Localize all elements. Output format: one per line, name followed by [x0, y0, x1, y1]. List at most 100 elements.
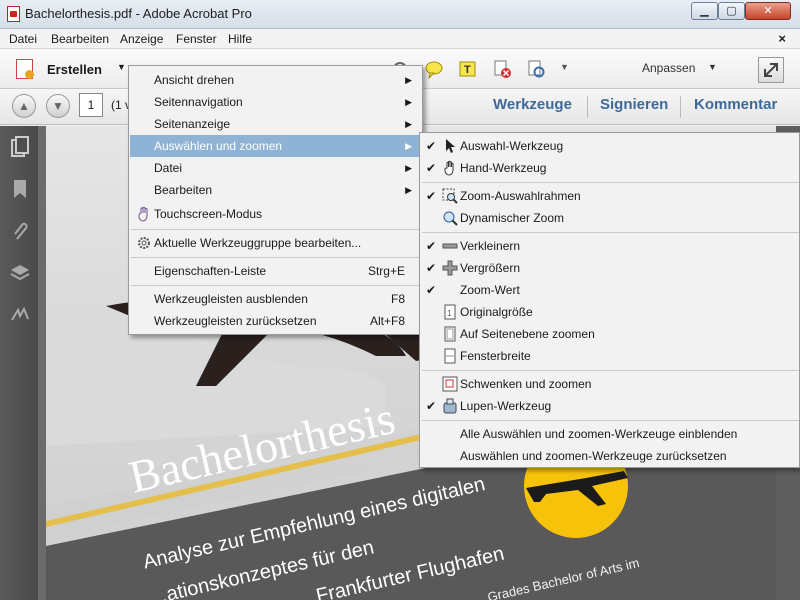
- navigation-pane: [0, 126, 38, 600]
- menu-item-werkzeuggruppe-bearbeiten[interactable]: Aktuelle Werkzeuggruppe bearbeiten...: [130, 232, 421, 254]
- layers-icon[interactable]: [10, 262, 30, 284]
- signature-icon[interactable]: [10, 304, 30, 326]
- checkmark-icon: ✔: [426, 161, 437, 175]
- menu-item-touchscreen-modus[interactable]: Touchscreen-Modus: [130, 203, 421, 225]
- menu-separator: [422, 232, 799, 233]
- title-bar: Bachelorthesis.pdf - Adobe Acrobat Pro ▁…: [0, 0, 800, 29]
- pan-zoom-icon: [442, 376, 458, 392]
- document-close-icon[interactable]: ×: [778, 31, 786, 46]
- menu-item-label: Werkzeugleisten ausblenden: [154, 292, 308, 306]
- menu-item-datei[interactable]: Datei ▶: [130, 157, 421, 179]
- next-page-icon[interactable]: ▼: [46, 94, 70, 118]
- hand-touch-icon: [138, 206, 148, 222]
- menu-item-fensterbreite[interactable]: Fensterbreite: [421, 345, 798, 367]
- menu-item-werkzeugleisten-ausblenden[interactable]: Werkzeugleisten ausblenden F8: [130, 288, 421, 310]
- select-zoom-submenu: ✔ Auswahl-Werkzeug ✔ Hand-Werkzeug ✔ Zoo…: [419, 132, 800, 468]
- maximize-button[interactable]: ▢: [718, 2, 745, 20]
- text-markup-icon[interactable]: T: [458, 59, 478, 79]
- tab-kommentar[interactable]: Kommentar: [694, 96, 777, 113]
- gear-icon: [138, 237, 150, 249]
- page-number-input[interactable]: 1: [79, 93, 103, 117]
- menu-item-shortcut: Strg+E: [367, 264, 405, 278]
- menu-item-hand-werkzeug[interactable]: ✔ Hand-Werkzeug: [421, 157, 798, 179]
- menu-item-label: Werkzeugleisten zurücksetzen: [154, 314, 317, 328]
- menu-item-label: Eigenschaften-Leiste: [154, 264, 267, 278]
- toolbar-overflow-icon[interactable]: ▼: [560, 62, 580, 82]
- zoom-marquee-icon: [442, 188, 458, 204]
- menu-separator: [131, 229, 422, 230]
- submenu-arrow-icon: ▶: [405, 97, 412, 107]
- menu-item-dynamischer-zoom[interactable]: Dynamischer Zoom: [421, 207, 798, 229]
- anpassen-button[interactable]: Anpassen: [642, 61, 695, 75]
- menu-separator: [422, 182, 799, 183]
- view-context-menu: Ansicht drehen ▶ Seitennavigation ▶ Seit…: [128, 65, 423, 335]
- cursor-arrow-icon: [446, 139, 455, 153]
- menu-item-vergroessern[interactable]: ✔ Vergrößern: [421, 257, 798, 279]
- menu-hilfe[interactable]: Hilfe: [228, 32, 252, 46]
- menu-item-ansicht-drehen[interactable]: Ansicht drehen ▶: [130, 69, 421, 91]
- menu-item-werkzeuge-zuruecksetzen[interactable]: Auswählen und zoomen-Werkzeuge zurückset…: [421, 445, 798, 467]
- checkmark-icon: ✔: [426, 139, 437, 153]
- menu-item-originalgroesse[interactable]: 1 Originalgröße: [421, 301, 798, 323]
- tab-werkzeuge[interactable]: Werkzeuge: [493, 96, 572, 113]
- tab-separator: [587, 96, 588, 118]
- menu-item-label: Verkleinern: [460, 239, 521, 253]
- reject-document-icon[interactable]: [492, 59, 512, 79]
- menu-item-bearbeiten[interactable]: Bearbeiten ▶: [130, 179, 421, 201]
- loupe-icon: [443, 398, 457, 414]
- tab-separator: [680, 96, 681, 118]
- checkmark-icon: ✔: [426, 399, 437, 413]
- minimize-button[interactable]: ▁: [691, 2, 718, 20]
- menu-item-shortcut: Alt+F8: [369, 314, 405, 328]
- menu-item-auf-seitenebene-zoomen[interactable]: Auf Seitenebene zoomen: [421, 323, 798, 345]
- menu-separator: [422, 420, 799, 421]
- menu-item-label: Vergrößern: [460, 261, 521, 275]
- menu-item-label: Lupen-Werkzeug: [460, 399, 552, 413]
- menu-item-label: Originalgröße: [460, 305, 533, 319]
- comment-bubble-icon[interactable]: [424, 59, 444, 79]
- refresh-document-icon[interactable]: [526, 59, 546, 79]
- menu-item-label: Seitenanzeige: [154, 117, 231, 131]
- plus-icon: [442, 260, 458, 276]
- menu-item-label: Hand-Werkzeug: [460, 161, 547, 175]
- menu-item-label: Ansicht drehen: [154, 73, 235, 87]
- menu-item-label: Bearbeiten: [154, 183, 213, 197]
- menu-fenster[interactable]: Fenster: [176, 32, 217, 46]
- submenu-arrow-icon: ▶: [405, 75, 412, 85]
- menu-item-label: Schwenken und zoomen: [460, 377, 592, 391]
- menu-item-auswaehlen-und-zoomen[interactable]: Auswählen und zoomen ▶: [130, 135, 421, 157]
- menu-item-label: Dynamischer Zoom: [460, 211, 565, 225]
- fullscreen-expand-icon[interactable]: [758, 57, 784, 83]
- menu-item-verkleinern[interactable]: ✔ Verkleinern: [421, 235, 798, 257]
- menu-item-alle-einblenden[interactable]: Alle Auswählen und zoomen-Werkzeuge einb…: [421, 423, 798, 445]
- menu-item-zoom-auswahlrahmen[interactable]: ✔ Zoom-Auswahlrahmen: [421, 185, 798, 207]
- checkmark-icon: ✔: [426, 283, 437, 297]
- chevron-down-icon: ▼: [708, 62, 717, 72]
- submenu-arrow-icon: ▶: [405, 141, 412, 151]
- menu-item-seitenanzeige[interactable]: Seitenanzeige ▶: [130, 113, 421, 135]
- menu-item-zoom-wert[interactable]: ✔ Zoom-Wert: [421, 279, 798, 301]
- menu-item-label: Seitennavigation: [154, 95, 243, 109]
- page-thumbnails-icon[interactable]: [10, 136, 30, 158]
- pane-divider[interactable]: [38, 126, 46, 600]
- paperclip-icon[interactable]: [10, 220, 30, 242]
- fit-width-icon: [444, 348, 456, 364]
- checkmark-icon: ✔: [426, 239, 437, 253]
- menu-item-eigenschaften-leiste[interactable]: Eigenschaften-Leiste Strg+E: [130, 260, 421, 282]
- erstellen-button[interactable]: Erstellen ▼: [12, 55, 128, 83]
- bookmark-icon[interactable]: [10, 178, 30, 200]
- menu-item-schwenken-und-zoomen[interactable]: Schwenken und zoomen: [421, 373, 798, 395]
- menu-item-auswahl-werkzeug[interactable]: ✔ Auswahl-Werkzeug: [421, 135, 798, 157]
- hand-icon: [444, 160, 454, 176]
- close-button[interactable]: ✕: [745, 2, 791, 20]
- menu-anzeige[interactable]: Anzeige: [120, 32, 163, 46]
- previous-page-icon[interactable]: ▲: [12, 94, 36, 118]
- menu-item-seitennavigation[interactable]: Seitennavigation ▶: [130, 91, 421, 113]
- menu-separator: [131, 285, 422, 286]
- menu-bearbeiten[interactable]: Bearbeiten: [51, 32, 109, 46]
- tab-signieren[interactable]: Signieren: [600, 96, 668, 113]
- menu-item-lupen-werkzeug[interactable]: ✔ Lupen-Werkzeug: [421, 395, 798, 417]
- menu-datei[interactable]: Datei: [9, 32, 37, 46]
- menu-item-label: Touchscreen-Modus: [154, 207, 263, 221]
- menu-item-werkzeugleisten-zuruecksetzen[interactable]: Werkzeugleisten zurücksetzen Alt+F8: [130, 310, 421, 332]
